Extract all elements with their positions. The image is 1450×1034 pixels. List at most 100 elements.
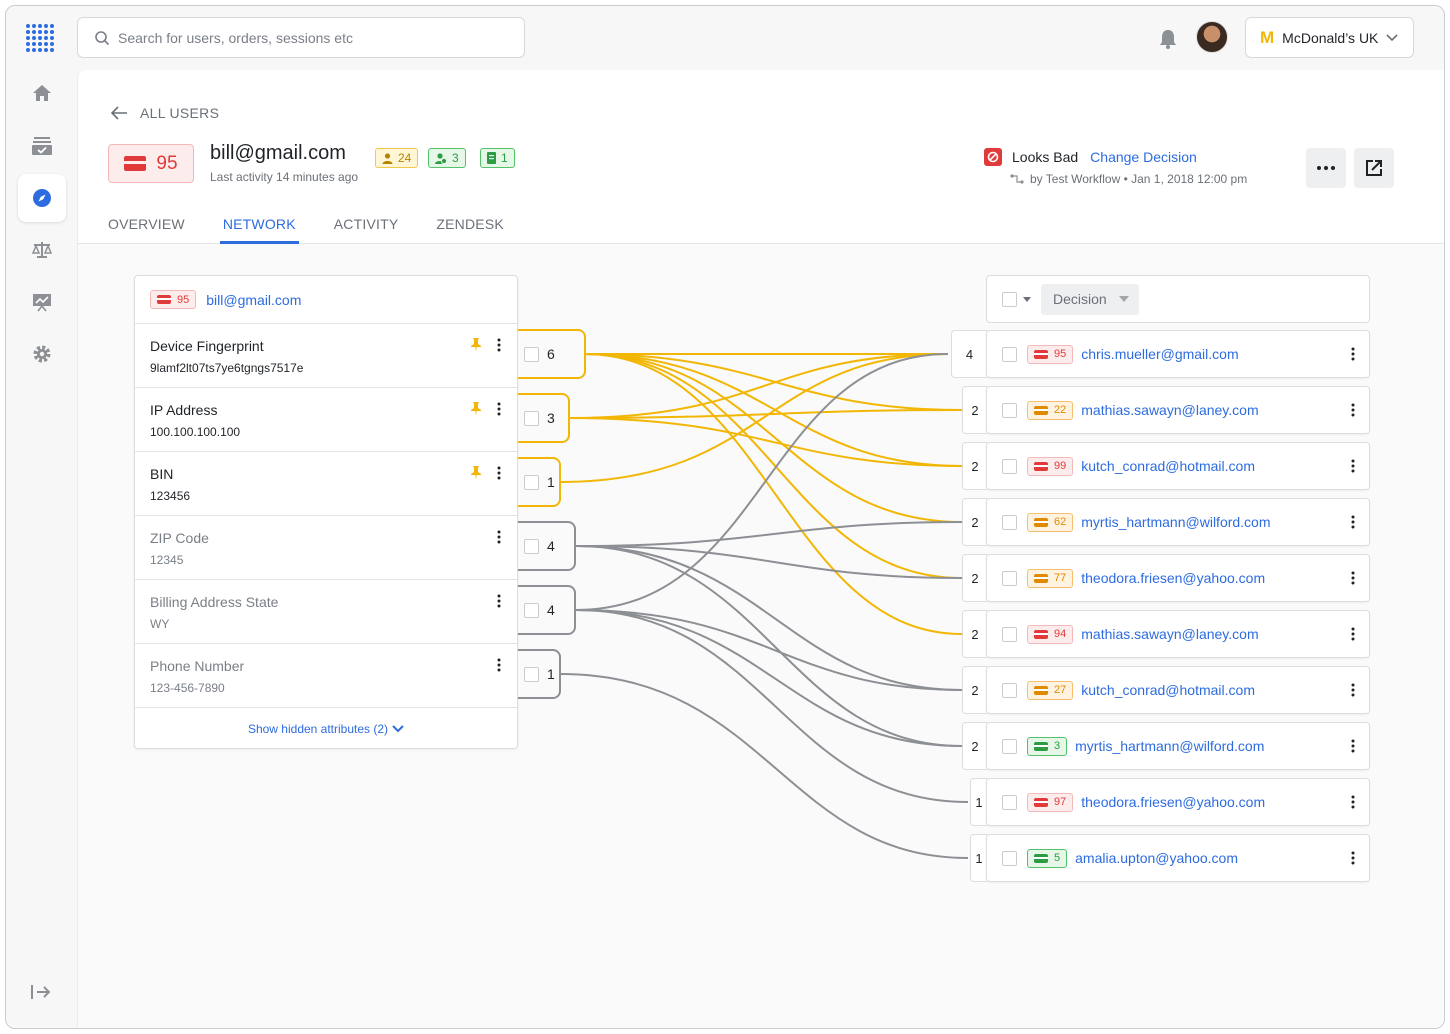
connector-count: 6 xyxy=(547,346,555,362)
kebab-menu-icon[interactable] xyxy=(1351,571,1355,585)
connector-billing-state[interactable]: 4 xyxy=(518,585,576,635)
row-checkbox[interactable] xyxy=(1002,346,1017,362)
kebab-menu-icon[interactable] xyxy=(1351,683,1355,697)
attribute-row[interactable]: Billing Address State WY xyxy=(135,580,517,644)
connector-checkbox[interactable] xyxy=(524,410,539,426)
user-score: 62 xyxy=(1054,516,1067,528)
attribute-row[interactable]: BIN 123456 xyxy=(135,452,517,516)
attribute-row[interactable]: IP Address 100.100.100.100 xyxy=(135,388,517,452)
row-checkbox[interactable] xyxy=(1002,682,1017,698)
kebab-menu-icon[interactable] xyxy=(497,466,501,480)
kebab-menu-icon[interactable] xyxy=(1351,851,1355,865)
kebab-menu-icon[interactable] xyxy=(497,594,501,608)
user-email-link[interactable]: chris.mueller@gmail.com xyxy=(1081,346,1238,362)
user-email-link[interactable]: mathias.sawayn@laney.com xyxy=(1081,626,1258,642)
user-email-link[interactable]: myrtis_hartmann@wilford.com xyxy=(1075,738,1264,754)
link-count: 2 xyxy=(962,610,987,658)
connector-count: 4 xyxy=(547,602,555,618)
attribute-value: 12345 xyxy=(150,553,184,567)
attributes-panel: 95 bill@gmail.com Device Fingerprint 9la… xyxy=(134,275,518,749)
user-email-link[interactable]: myrtis_hartmann@wilford.com xyxy=(1081,514,1270,530)
select-all-checkbox[interactable] xyxy=(1002,291,1017,307)
user-email-link[interactable]: mathias.sawayn@laney.com xyxy=(1081,402,1258,418)
linked-user-row[interactable]: 22 mathias.sawayn@laney.com xyxy=(986,386,1370,434)
kebab-menu-icon[interactable] xyxy=(1351,459,1355,473)
kebab-menu-icon[interactable] xyxy=(1351,795,1355,809)
attribute-value: WY xyxy=(150,617,170,631)
row-checkbox[interactable] xyxy=(1002,626,1017,642)
kebab-menu-icon[interactable] xyxy=(497,658,501,672)
connector-count: 1 xyxy=(547,474,555,490)
caret-down-icon[interactable] xyxy=(1023,296,1031,302)
pin-icon[interactable] xyxy=(471,466,481,480)
decision-dropdown-label: Decision xyxy=(1053,291,1107,307)
panel-user-email[interactable]: bill@gmail.com xyxy=(206,292,301,308)
show-hidden-label: Show hidden attributes (2) xyxy=(247,722,389,736)
attribute-value: 123-456-7890 xyxy=(150,681,225,695)
connector-checkbox[interactable] xyxy=(524,602,539,618)
linked-user-row[interactable]: 77 theodora.friesen@yahoo.com xyxy=(986,554,1370,602)
attribute-label: Phone Number xyxy=(150,658,245,674)
user-score: 77 xyxy=(1054,572,1067,584)
show-hidden-attributes-link[interactable]: Show hidden attributes (2) xyxy=(135,722,517,736)
panel-score-badge: 95 xyxy=(150,290,197,309)
linked-user-row[interactable]: 99 kutch_conrad@hotmail.com xyxy=(986,442,1370,490)
user-email-link[interactable]: theodora.friesen@yahoo.com xyxy=(1081,570,1265,586)
row-checkbox[interactable] xyxy=(1002,458,1017,474)
row-checkbox[interactable] xyxy=(1002,402,1017,418)
attribute-row[interactable]: Phone Number 123-456-7890 xyxy=(135,644,517,708)
user-score: 94 xyxy=(1054,628,1067,640)
attribute-row[interactable]: Device Fingerprint 9lamf2lt07ts7ye6tgngs… xyxy=(135,324,517,388)
kebab-menu-icon[interactable] xyxy=(497,338,501,352)
linked-user-row[interactable]: 97 theodora.friesen@yahoo.com xyxy=(986,778,1370,826)
user-score: 99 xyxy=(1054,460,1067,472)
connector-ip-address[interactable]: 3 xyxy=(518,393,570,443)
linked-user-row[interactable]: 3 myrtis_hartmann@wilford.com xyxy=(986,722,1370,770)
row-checkbox[interactable] xyxy=(1002,794,1017,810)
kebab-menu-icon[interactable] xyxy=(497,530,501,544)
caret-down-icon xyxy=(1118,296,1129,302)
user-email-link[interactable]: kutch_conrad@hotmail.com xyxy=(1081,682,1255,698)
credit-card-icon xyxy=(157,295,171,304)
linked-user-row[interactable]: 95 chris.mueller@gmail.com xyxy=(986,330,1370,378)
user-score: 95 xyxy=(1054,348,1067,360)
pin-icon[interactable] xyxy=(471,402,481,416)
row-checkbox[interactable] xyxy=(1002,570,1017,586)
link-count: 2 xyxy=(962,722,987,770)
linked-user-row[interactable]: 27 kutch_conrad@hotmail.com xyxy=(986,666,1370,714)
link-line xyxy=(575,609,969,803)
linked-user-row[interactable]: 94 mathias.sawayn@laney.com xyxy=(986,610,1370,658)
attribute-value: 123456 xyxy=(150,489,191,503)
link-count: 2 xyxy=(962,666,987,714)
connector-phone-number[interactable]: 1 xyxy=(518,649,561,699)
kebab-menu-icon[interactable] xyxy=(1351,347,1355,361)
decision-dropdown[interactable]: Decision xyxy=(1041,283,1139,315)
linked-users-header: Decision xyxy=(986,275,1370,323)
row-checkbox[interactable] xyxy=(1002,514,1017,530)
connector-zip-code[interactable]: 4 xyxy=(518,521,576,571)
kebab-menu-icon[interactable] xyxy=(1351,403,1355,417)
row-checkbox[interactable] xyxy=(1002,850,1017,866)
user-email-link[interactable]: theodora.friesen@yahoo.com xyxy=(1081,794,1265,810)
kebab-menu-icon[interactable] xyxy=(1351,739,1355,753)
user-email-link[interactable]: kutch_conrad@hotmail.com xyxy=(1081,458,1255,474)
connector-checkbox[interactable] xyxy=(524,666,539,682)
connector-checkbox[interactable] xyxy=(524,538,539,554)
link-line xyxy=(583,353,963,635)
kebab-menu-icon[interactable] xyxy=(1351,627,1355,641)
pin-icon[interactable] xyxy=(471,338,481,352)
kebab-menu-icon[interactable] xyxy=(497,402,501,416)
connector-checkbox[interactable] xyxy=(524,474,539,490)
linked-user-row[interactable]: 5 amalia.upton@yahoo.com xyxy=(986,834,1370,882)
linked-user-row[interactable]: 62 myrtis_hartmann@wilford.com xyxy=(986,498,1370,546)
attribute-value: 100.100.100.100 xyxy=(150,425,241,439)
credit-card-icon xyxy=(1034,461,1048,471)
row-checkbox[interactable] xyxy=(1002,738,1017,754)
connector-bin[interactable]: 1 xyxy=(518,457,561,507)
user-score-badge: 27 xyxy=(1027,680,1074,700)
connector-device-fingerprint[interactable]: 6 xyxy=(518,329,586,379)
attribute-row[interactable]: ZIP Code 12345 xyxy=(135,516,517,580)
kebab-menu-icon[interactable] xyxy=(1351,515,1355,529)
user-email-link[interactable]: amalia.upton@yahoo.com xyxy=(1075,850,1238,866)
connector-checkbox[interactable] xyxy=(524,346,539,362)
